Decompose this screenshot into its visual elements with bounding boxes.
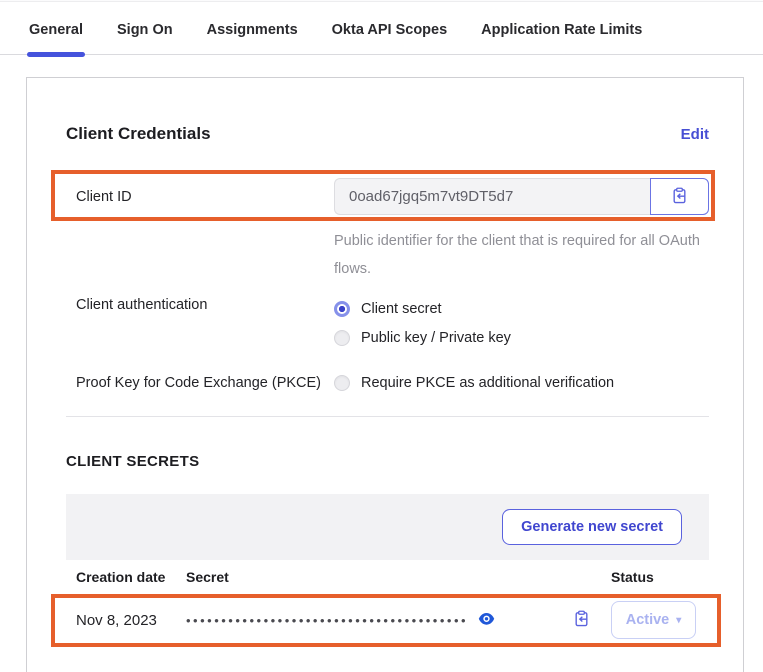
reveal-secret-button[interactable] xyxy=(478,612,495,629)
radio-option-client-secret[interactable]: Client secret xyxy=(334,297,511,320)
column-header-secret: Secret xyxy=(186,569,611,585)
panel-title: Client Credentials xyxy=(66,124,211,144)
secret-value-cell: •••••••••••••••••••••••••••••••••••••••• xyxy=(186,612,551,629)
client-authentication-options: Client secret Public key / Private key xyxy=(334,297,511,349)
pkce-checkbox[interactable] xyxy=(334,375,350,391)
secret-creation-date: Nov 8, 2023 xyxy=(66,612,186,629)
radio-selected-icon[interactable] xyxy=(334,301,350,317)
client-id-input-group: 0oad67jgq5m7vt9DT5d7 xyxy=(334,178,709,215)
secret-status-cell: Active ▾ xyxy=(611,601,709,639)
radio-option-label: Public key / Private key xyxy=(361,330,511,346)
tab-application-rate-limits[interactable]: Application Rate Limits xyxy=(479,22,644,54)
table-header-row: Creation date Secret Status xyxy=(66,560,709,595)
status-dropdown-button[interactable]: Active ▾ xyxy=(611,601,696,639)
client-id-label: Client ID xyxy=(66,189,334,205)
app-tab-bar: General Sign On Assignments Okta API Sco… xyxy=(0,2,763,55)
tab-general[interactable]: General xyxy=(27,22,85,54)
edit-link[interactable]: Edit xyxy=(681,126,709,143)
clipboard-copy-icon xyxy=(573,610,590,630)
client-id-value-field[interactable]: 0oad67jgq5m7vt9DT5d7 xyxy=(334,178,650,215)
secret-table-row: Nov 8, 2023 ••••••••••••••••••••••••••••… xyxy=(66,595,709,645)
tab-assignments[interactable]: Assignments xyxy=(205,22,300,54)
copy-secret-button[interactable] xyxy=(573,610,590,630)
secret-copy-cell xyxy=(551,610,611,630)
eye-icon xyxy=(478,612,495,629)
pkce-label: Proof Key for Code Exchange (PKCE) xyxy=(66,375,334,391)
client-secrets-heading: CLIENT SECRETS xyxy=(66,453,709,470)
masked-secret-value: •••••••••••••••••••••••••••••••••••••••• xyxy=(186,613,468,628)
column-header-status: Status xyxy=(611,569,709,585)
client-id-row: Client ID 0oad67jgq5m7vt9DT5d7 xyxy=(66,178,709,215)
pkce-row: Proof Key for Code Exchange (PKCE) Requi… xyxy=(66,371,709,394)
copy-client-id-button[interactable] xyxy=(650,178,709,215)
client-id-help-text: Public identifier for the client that is… xyxy=(334,227,706,283)
generate-new-secret-button[interactable]: Generate new secret xyxy=(502,509,682,545)
client-secrets-toolbar: Generate new secret xyxy=(66,494,709,560)
pkce-option-label: Require PKCE as additional verification xyxy=(361,375,614,391)
tab-sign-on[interactable]: Sign On xyxy=(115,22,175,54)
section-divider xyxy=(66,416,709,417)
radio-option-label: Client secret xyxy=(361,301,442,317)
radio-unselected-icon[interactable] xyxy=(334,330,350,346)
radio-option-public-private-key[interactable]: Public key / Private key xyxy=(334,326,511,349)
tab-okta-api-scopes[interactable]: Okta API Scopes xyxy=(330,22,450,54)
panel-header: Client Credentials Edit xyxy=(66,124,709,144)
column-header-creation-date: Creation date xyxy=(66,569,186,585)
client-authentication-label: Client authentication xyxy=(66,297,334,313)
chevron-down-icon: ▾ xyxy=(676,615,681,626)
client-secrets-table: Generate new secret Creation date Secret… xyxy=(66,494,709,645)
client-credentials-card: Client Credentials Edit Client ID 0oad67… xyxy=(26,77,744,672)
client-authentication-row: Client authentication Client secret Publ… xyxy=(66,297,709,349)
status-dropdown-label: Active xyxy=(626,612,670,628)
clipboard-copy-icon xyxy=(671,187,688,207)
pkce-option[interactable]: Require PKCE as additional verification xyxy=(334,371,614,394)
